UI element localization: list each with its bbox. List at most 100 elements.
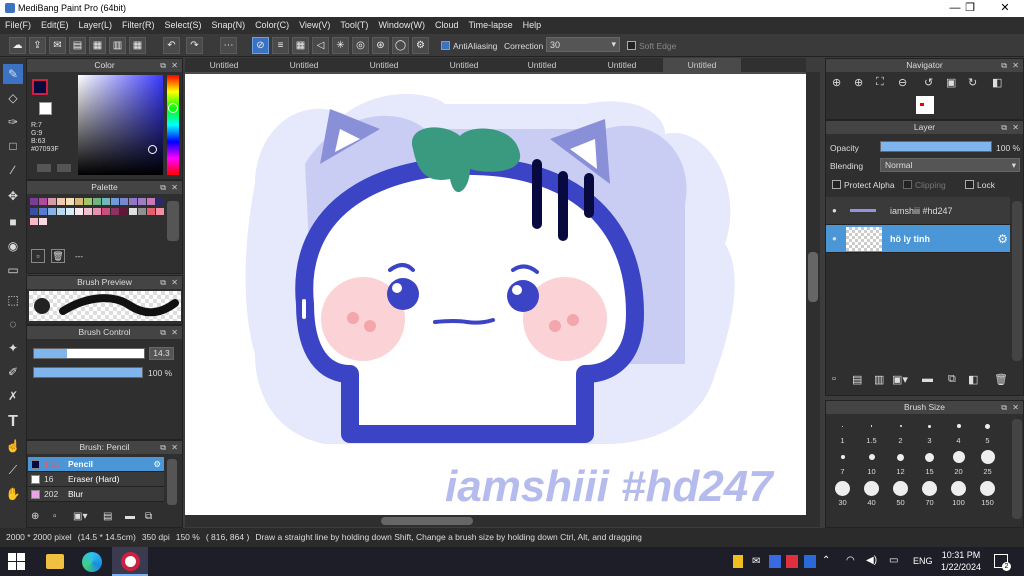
- brush-size-scrollbar[interactable]: [1012, 419, 1022, 519]
- brush-size-cell[interactable]: 5: [973, 416, 1002, 447]
- brush-size-cell[interactable]: 150: [973, 478, 1002, 509]
- hue-slider[interactable]: [167, 75, 179, 175]
- float-icon[interactable]: ⧉: [160, 276, 166, 289]
- menu-help[interactable]: Help: [518, 17, 547, 33]
- snap-off-icon[interactable]: ⊘: [252, 37, 269, 54]
- brush-opacity-slider[interactable]: [33, 367, 143, 378]
- merge-icon[interactable]: ◧: [968, 373, 978, 386]
- snap-grid-icon[interactable]: ▦: [292, 37, 309, 54]
- layer-scrollbar[interactable]: [1012, 201, 1022, 361]
- operation-tool-icon[interactable]: ☝: [3, 436, 23, 456]
- float-icon[interactable]: ⧉: [160, 441, 166, 454]
- new-8bit-layer-icon[interactable]: ▥: [874, 373, 884, 386]
- brush-size-cell[interactable]: 1.5: [857, 416, 886, 447]
- brush-item[interactable]: 202 Blur: [28, 487, 164, 502]
- file-explorer-icon[interactable]: [46, 554, 64, 569]
- brush-menu-icon[interactable]: ▣▾: [73, 511, 87, 522]
- close-icon[interactable]: ✕: [1012, 121, 1019, 134]
- palette-swatch[interactable]: [156, 208, 164, 215]
- new-palette-icon[interactable]: ▫: [31, 249, 45, 263]
- undo-icon[interactable]: ↶: [163, 37, 180, 54]
- snap-radial-icon[interactable]: ✳: [332, 37, 349, 54]
- close-icon[interactable]: ✕: [1012, 59, 1019, 72]
- palette-scrollbar[interactable]: [167, 201, 179, 241]
- select-eraser-icon[interactable]: ✗: [3, 386, 23, 406]
- magic-wand-icon[interactable]: ✦: [3, 338, 23, 358]
- add-brush-icon[interactable]: ⊕: [31, 511, 39, 522]
- snap-parallel-icon[interactable]: ≡: [272, 37, 289, 54]
- float-icon[interactable]: ⧉: [1001, 401, 1007, 414]
- reset-view-icon[interactable]: ▣: [946, 76, 956, 89]
- menu-window[interactable]: Window(W): [373, 17, 430, 33]
- layer-row-selected[interactable]: ● hö ly tinh ⚙: [826, 225, 1010, 253]
- tray-network-icon[interactable]: ✉: [752, 556, 760, 567]
- brush-list-scrollbar[interactable]: [167, 459, 177, 505]
- notification-icon[interactable]: 2: [994, 554, 1011, 571]
- brush-size-cell[interactable]: 40: [857, 478, 886, 509]
- wifi-icon[interactable]: ◠: [846, 555, 855, 566]
- gallery-icon[interactable]: ▤: [69, 37, 86, 54]
- brush-size-cell[interactable]: 15: [915, 447, 944, 478]
- palette-swatch[interactable]: [75, 208, 83, 215]
- tray-icon[interactable]: [733, 555, 743, 568]
- saturation-value-picker[interactable]: [78, 75, 163, 175]
- medibang-taskbar-button[interactable]: [112, 547, 148, 576]
- brush-tool-icon[interactable]: ✎: [3, 64, 23, 84]
- snap-perspective-icon[interactable]: ◁: [312, 37, 329, 54]
- palette-swatch[interactable]: [39, 208, 47, 215]
- background-color-swatch[interactable]: [39, 102, 52, 115]
- menu-snap[interactable]: Snap(N): [207, 17, 251, 33]
- layer-opacity-slider[interactable]: [880, 141, 992, 152]
- palette-swatch[interactable]: [57, 198, 65, 205]
- text-tool-icon[interactable]: T: [3, 412, 23, 432]
- brush-size-cell[interactable]: 20: [944, 447, 973, 478]
- brush-item[interactable]: 16 Eraser (Hard): [28, 472, 164, 487]
- palette-swatch[interactable]: [111, 198, 119, 205]
- menu-select[interactable]: Select(S): [160, 17, 207, 33]
- brush-size-cell[interactable]: 1: [828, 416, 857, 447]
- drawing-canvas[interactable]: iamshiii #hd247: [185, 74, 806, 515]
- float-icon[interactable]: ⧉: [1001, 59, 1007, 72]
- antialiasing-checkbox[interactable]: [441, 41, 450, 50]
- rectangle-tool-icon[interactable]: □: [3, 136, 23, 156]
- tab-untitled-2[interactable]: Untitled: [265, 58, 343, 72]
- line-tool-icon[interactable]: ∕: [3, 160, 23, 180]
- palette-swatch[interactable]: [111, 208, 119, 215]
- palette-swatch[interactable]: [138, 198, 146, 205]
- bucket-tool-icon[interactable]: ◉: [3, 236, 23, 256]
- fit-icon[interactable]: ⛶: [876, 76, 884, 89]
- deselect-icon[interactable]: ⋯: [220, 37, 237, 54]
- palette-swatch[interactable]: [75, 198, 83, 205]
- brush-size-cell[interactable]: 2: [886, 416, 915, 447]
- tab-untitled-4[interactable]: Untitled: [425, 58, 503, 72]
- eye-icon[interactable]: ●: [832, 225, 837, 253]
- palette-swatch[interactable]: [39, 198, 47, 205]
- close-icon[interactable]: ✕: [171, 441, 178, 454]
- scroll-thumb[interactable]: [808, 252, 818, 302]
- tray-icon[interactable]: [786, 555, 798, 568]
- tray-icon[interactable]: [804, 555, 816, 568]
- language-indicator[interactable]: ENG: [913, 556, 933, 566]
- palette-swatch[interactable]: [93, 198, 101, 205]
- close-icon[interactable]: ✕: [1012, 401, 1019, 414]
- correction-select[interactable]: 30 ▾: [546, 37, 620, 52]
- palette-swatch[interactable]: [129, 198, 137, 205]
- float-icon[interactable]: ⧉: [160, 181, 166, 194]
- tab-untitled-3[interactable]: Untitled: [345, 58, 423, 72]
- brush-size-cell[interactable]: 30: [828, 478, 857, 509]
- clipping-checkbox[interactable]: [903, 180, 912, 189]
- clock[interactable]: 10:31 PM 1/22/2024: [936, 549, 986, 573]
- duplicate-icon[interactable]: ⧉: [948, 373, 956, 386]
- navigator-thumbnail[interactable]: [916, 96, 934, 114]
- brush-size-cell[interactable]: 25: [973, 447, 1002, 478]
- windows-start-icon[interactable]: [8, 553, 25, 570]
- brush-size-cell[interactable]: 50: [886, 478, 915, 509]
- close-icon[interactable]: ✕: [171, 276, 178, 289]
- palette-swatch[interactable]: [102, 198, 110, 205]
- palette-swatch[interactable]: [30, 198, 38, 205]
- snap-curve-icon[interactable]: ⊛: [372, 37, 389, 54]
- menu-layer[interactable]: Layer(L): [74, 17, 118, 33]
- eyedropper-icon[interactable]: ⟋: [3, 460, 23, 480]
- new-brush-icon[interactable]: ▫: [53, 511, 57, 522]
- tab-untitled-1[interactable]: Untitled: [185, 58, 263, 72]
